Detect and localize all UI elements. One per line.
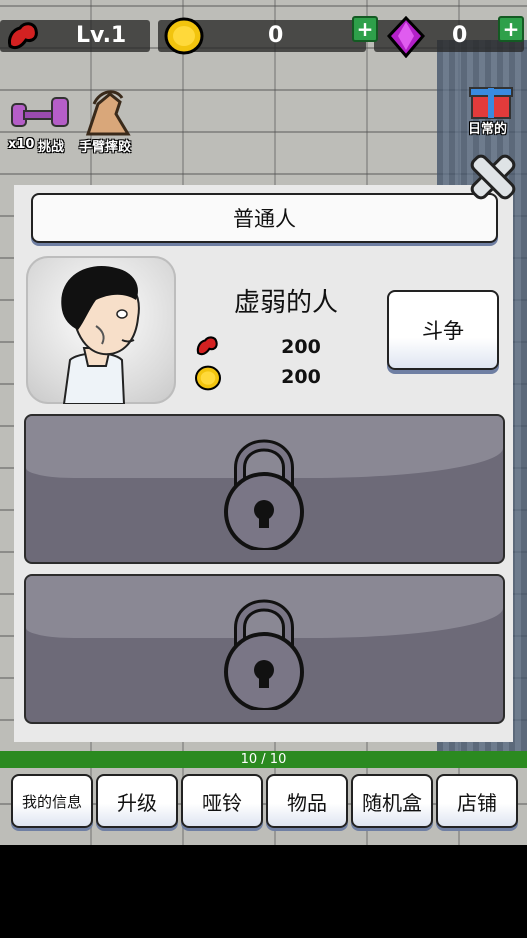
fight-button[interactable]: 斗争 <box>387 290 499 370</box>
bottom-black-area <box>0 845 527 938</box>
game-screen: Lv.1 0 + 0 + x10 挑战 手臂摔跤 日常的 普通人 虚弱的人 20… <box>0 0 527 938</box>
opponent-strength: 200 <box>281 336 321 358</box>
gem-icon <box>386 16 426 58</box>
arm-wrestling-icon[interactable] <box>80 84 136 136</box>
level-text: Lv.1 <box>76 23 127 48</box>
rank-title: 普通人 <box>31 193 498 243</box>
gift-icon[interactable] <box>468 80 514 120</box>
close-icon[interactable] <box>466 150 520 204</box>
opponent-avatar <box>61 265 140 404</box>
challenge-label[interactable]: 挑战 <box>38 136 64 155</box>
locked-opponent-slot <box>24 414 505 564</box>
add-gems-button[interactable]: + <box>498 16 524 42</box>
lock-icon <box>224 439 304 550</box>
nav-my-info[interactable]: 我的信息 <box>11 774 93 828</box>
add-coins-button[interactable]: + <box>352 16 378 42</box>
lock-icon <box>224 599 304 710</box>
strength-icon-small <box>196 336 218 356</box>
coin-count: 0 <box>268 23 284 48</box>
coin-icon <box>164 17 204 55</box>
arm-wrestling-label[interactable]: 手臂摔跤 <box>79 136 131 155</box>
nav-random-box[interactable]: 随机盒 <box>351 774 433 828</box>
coin-icon-small <box>195 365 221 391</box>
dumbbell-icon[interactable] <box>8 92 70 132</box>
daily-label[interactable]: 日常的 <box>468 118 507 137</box>
opponent-reward: 200 <box>281 366 321 388</box>
top-status-bar: Lv.1 0 + 0 + <box>0 14 527 58</box>
nav-items[interactable]: 物品 <box>266 774 348 828</box>
opponent-portrait <box>26 256 176 404</box>
nav-shop[interactable]: 店铺 <box>436 774 518 828</box>
stamina-text: 10 / 10 <box>240 752 287 767</box>
nav-dumbbell[interactable]: 哑铃 <box>181 774 263 828</box>
nav-upgrade[interactable]: 升级 <box>96 774 178 828</box>
dumbbell-count: x10 <box>8 137 35 152</box>
locked-opponent-slot <box>24 574 505 724</box>
gem-count: 0 <box>452 23 468 48</box>
opponent-name: 虚弱的人 <box>233 288 338 318</box>
strength-icon <box>8 22 38 50</box>
